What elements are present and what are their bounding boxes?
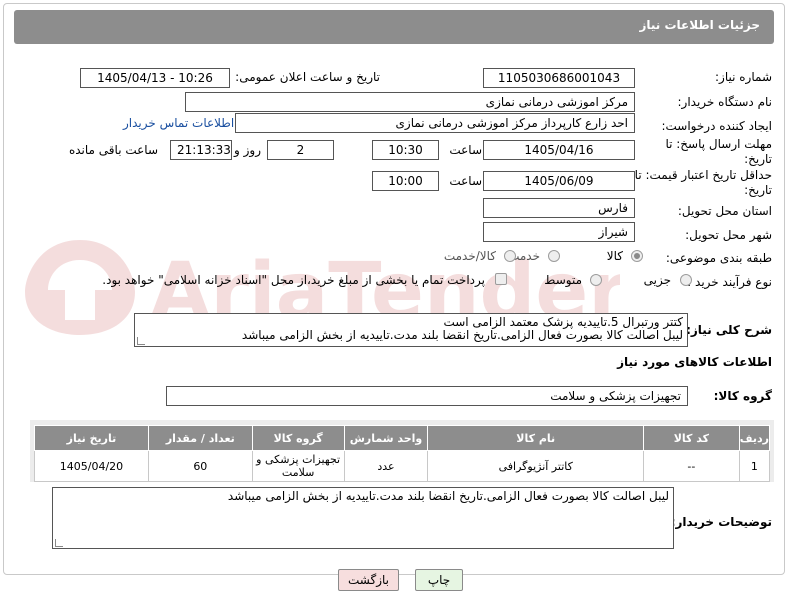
cell-group: تجهیزات پزشکی و سلامت — [251, 450, 345, 482]
col-quantity: تعداد / مقدار — [147, 425, 253, 451]
purchase-option-medium: متوسط — [544, 273, 582, 287]
days-field: 2 — [267, 140, 334, 160]
need-number-label: شماره نیاز: — [715, 70, 772, 84]
description-label: شرح کلی نیاز: — [686, 323, 772, 337]
purchase-option-minor: جزیی — [643, 273, 671, 287]
price-validity-label: حداقل تاریخ اعتبار قیمت: تا تاریخ: — [634, 168, 772, 197]
city-label: شهر محل تحویل: — [685, 228, 772, 242]
creator-label: ایجاد کننده درخواست: — [661, 119, 772, 133]
days-label: روز و — [234, 143, 261, 157]
category-radio-goods[interactable] — [631, 250, 643, 262]
treasury-payment-checkbox[interactable] — [495, 273, 507, 285]
cell-row: 1 — [738, 450, 771, 482]
cell-unit: عدد — [343, 450, 429, 482]
price-validity-date-field: 1405/06/09 — [483, 171, 635, 191]
page-title: جزئیات اطلاعات نیاز — [639, 18, 760, 32]
col-name: نام کالا — [427, 425, 644, 451]
cell-quantity: 60 — [147, 450, 253, 482]
panel-header: جزئیات اطلاعات نیاز — [14, 10, 774, 44]
buyer-notes-text: لیبل اصالت کالا بصورت فعال الزامی.تاریخ … — [227, 489, 669, 503]
category-radio-service[interactable] — [548, 250, 560, 262]
resize-handle-icon[interactable] — [55, 539, 63, 547]
purchase-radio-medium[interactable] — [590, 274, 602, 286]
col-group: گروه کالا — [251, 425, 345, 451]
col-date: تاریخ نیاز — [34, 425, 149, 451]
print-button[interactable]: چاپ — [415, 569, 463, 591]
deadline-label: مهلت ارسال پاسخ: تا تاریخ: — [665, 137, 772, 166]
category-radio-goods-service[interactable] — [504, 250, 516, 262]
province-label: استان محل تحویل: — [677, 204, 772, 218]
cell-date: 1405/04/20 — [34, 450, 149, 482]
buyer-org-field: مرکز اموزشی درمانی نمازی — [185, 92, 635, 112]
description-line-2: لیبل اصالت کالا بصورت فعال الزامی.تاریخ … — [241, 328, 683, 342]
goods-section-title: اطلاعات کالاهای مورد نیاز — [617, 355, 772, 369]
category-option-goods-service: کالا/خدمت — [443, 249, 496, 263]
cell-code: -- — [643, 450, 740, 482]
announce-label: تاریخ و ساعت اعلان عمومی: — [235, 70, 380, 84]
province-field: فارس — [483, 198, 635, 218]
deadline-time-label: ساعت — [449, 143, 482, 157]
table-row: 1 -- کاتتر آنژیوگرافی عدد تجهیزات پزشکی … — [34, 450, 771, 482]
col-row: ردیف — [738, 425, 771, 451]
cell-name: کاتتر آنژیوگرافی — [427, 450, 644, 482]
resize-handle-icon[interactable] — [137, 337, 145, 345]
need-number-field: 1105030686001043 — [483, 68, 635, 88]
description-textarea[interactable]: کتتر ورتبرال 5.تاییدیه پزشک معتمد الزامی… — [134, 313, 688, 347]
goods-group-field: تجهیزات پزشکی و سلامت — [166, 386, 688, 406]
deadline-time-field: 10:30 — [372, 140, 439, 160]
back-button[interactable]: بازگشت — [338, 569, 399, 591]
buyer-org-label: نام دستگاه خریدار: — [677, 95, 773, 109]
purchase-radio-minor[interactable] — [680, 274, 692, 286]
price-validity-time-label: ساعت — [449, 174, 482, 188]
items-table: ردیف کد کالا نام کالا واحد شمارش گروه کا… — [34, 425, 771, 482]
category-option-goods: کالا — [606, 249, 623, 263]
buyer-notes-label: توضیحات خریدار: — [670, 515, 772, 529]
col-unit: واحد شمارش — [343, 425, 429, 451]
city-field: شیراز — [483, 222, 635, 242]
goods-group-label: گروه کالا: — [713, 389, 772, 403]
remaining-label: ساعت باقی مانده — [68, 143, 158, 157]
price-validity-time-field: 10:00 — [372, 171, 439, 191]
col-code: کد کالا — [643, 425, 740, 451]
creator-field: احد زارع کارپرداز مرکز اموزشی درمانی نما… — [235, 113, 635, 133]
category-label: طبقه بندی موضوعی: — [665, 251, 772, 265]
items-table-header: ردیف کد کالا نام کالا واحد شمارش گروه کا… — [34, 425, 771, 451]
buyer-notes-textarea[interactable]: لیبل اصالت کالا بصورت فعال الزامی.تاریخ … — [52, 487, 674, 549]
purchase-type-label: نوع فرآیند خرید : — [687, 275, 772, 289]
deadline-date-field: 1405/04/16 — [483, 140, 635, 160]
remaining-time-field: 21:13:33 — [170, 140, 232, 160]
announce-field: 1405/04/13 - 10:26 — [80, 68, 230, 88]
buyer-contact-link[interactable]: اطلاعات تماس خریدار — [123, 116, 234, 130]
treasury-payment-note: پرداخت تمام یا بخشی از مبلغ خرید،از محل … — [102, 273, 485, 287]
